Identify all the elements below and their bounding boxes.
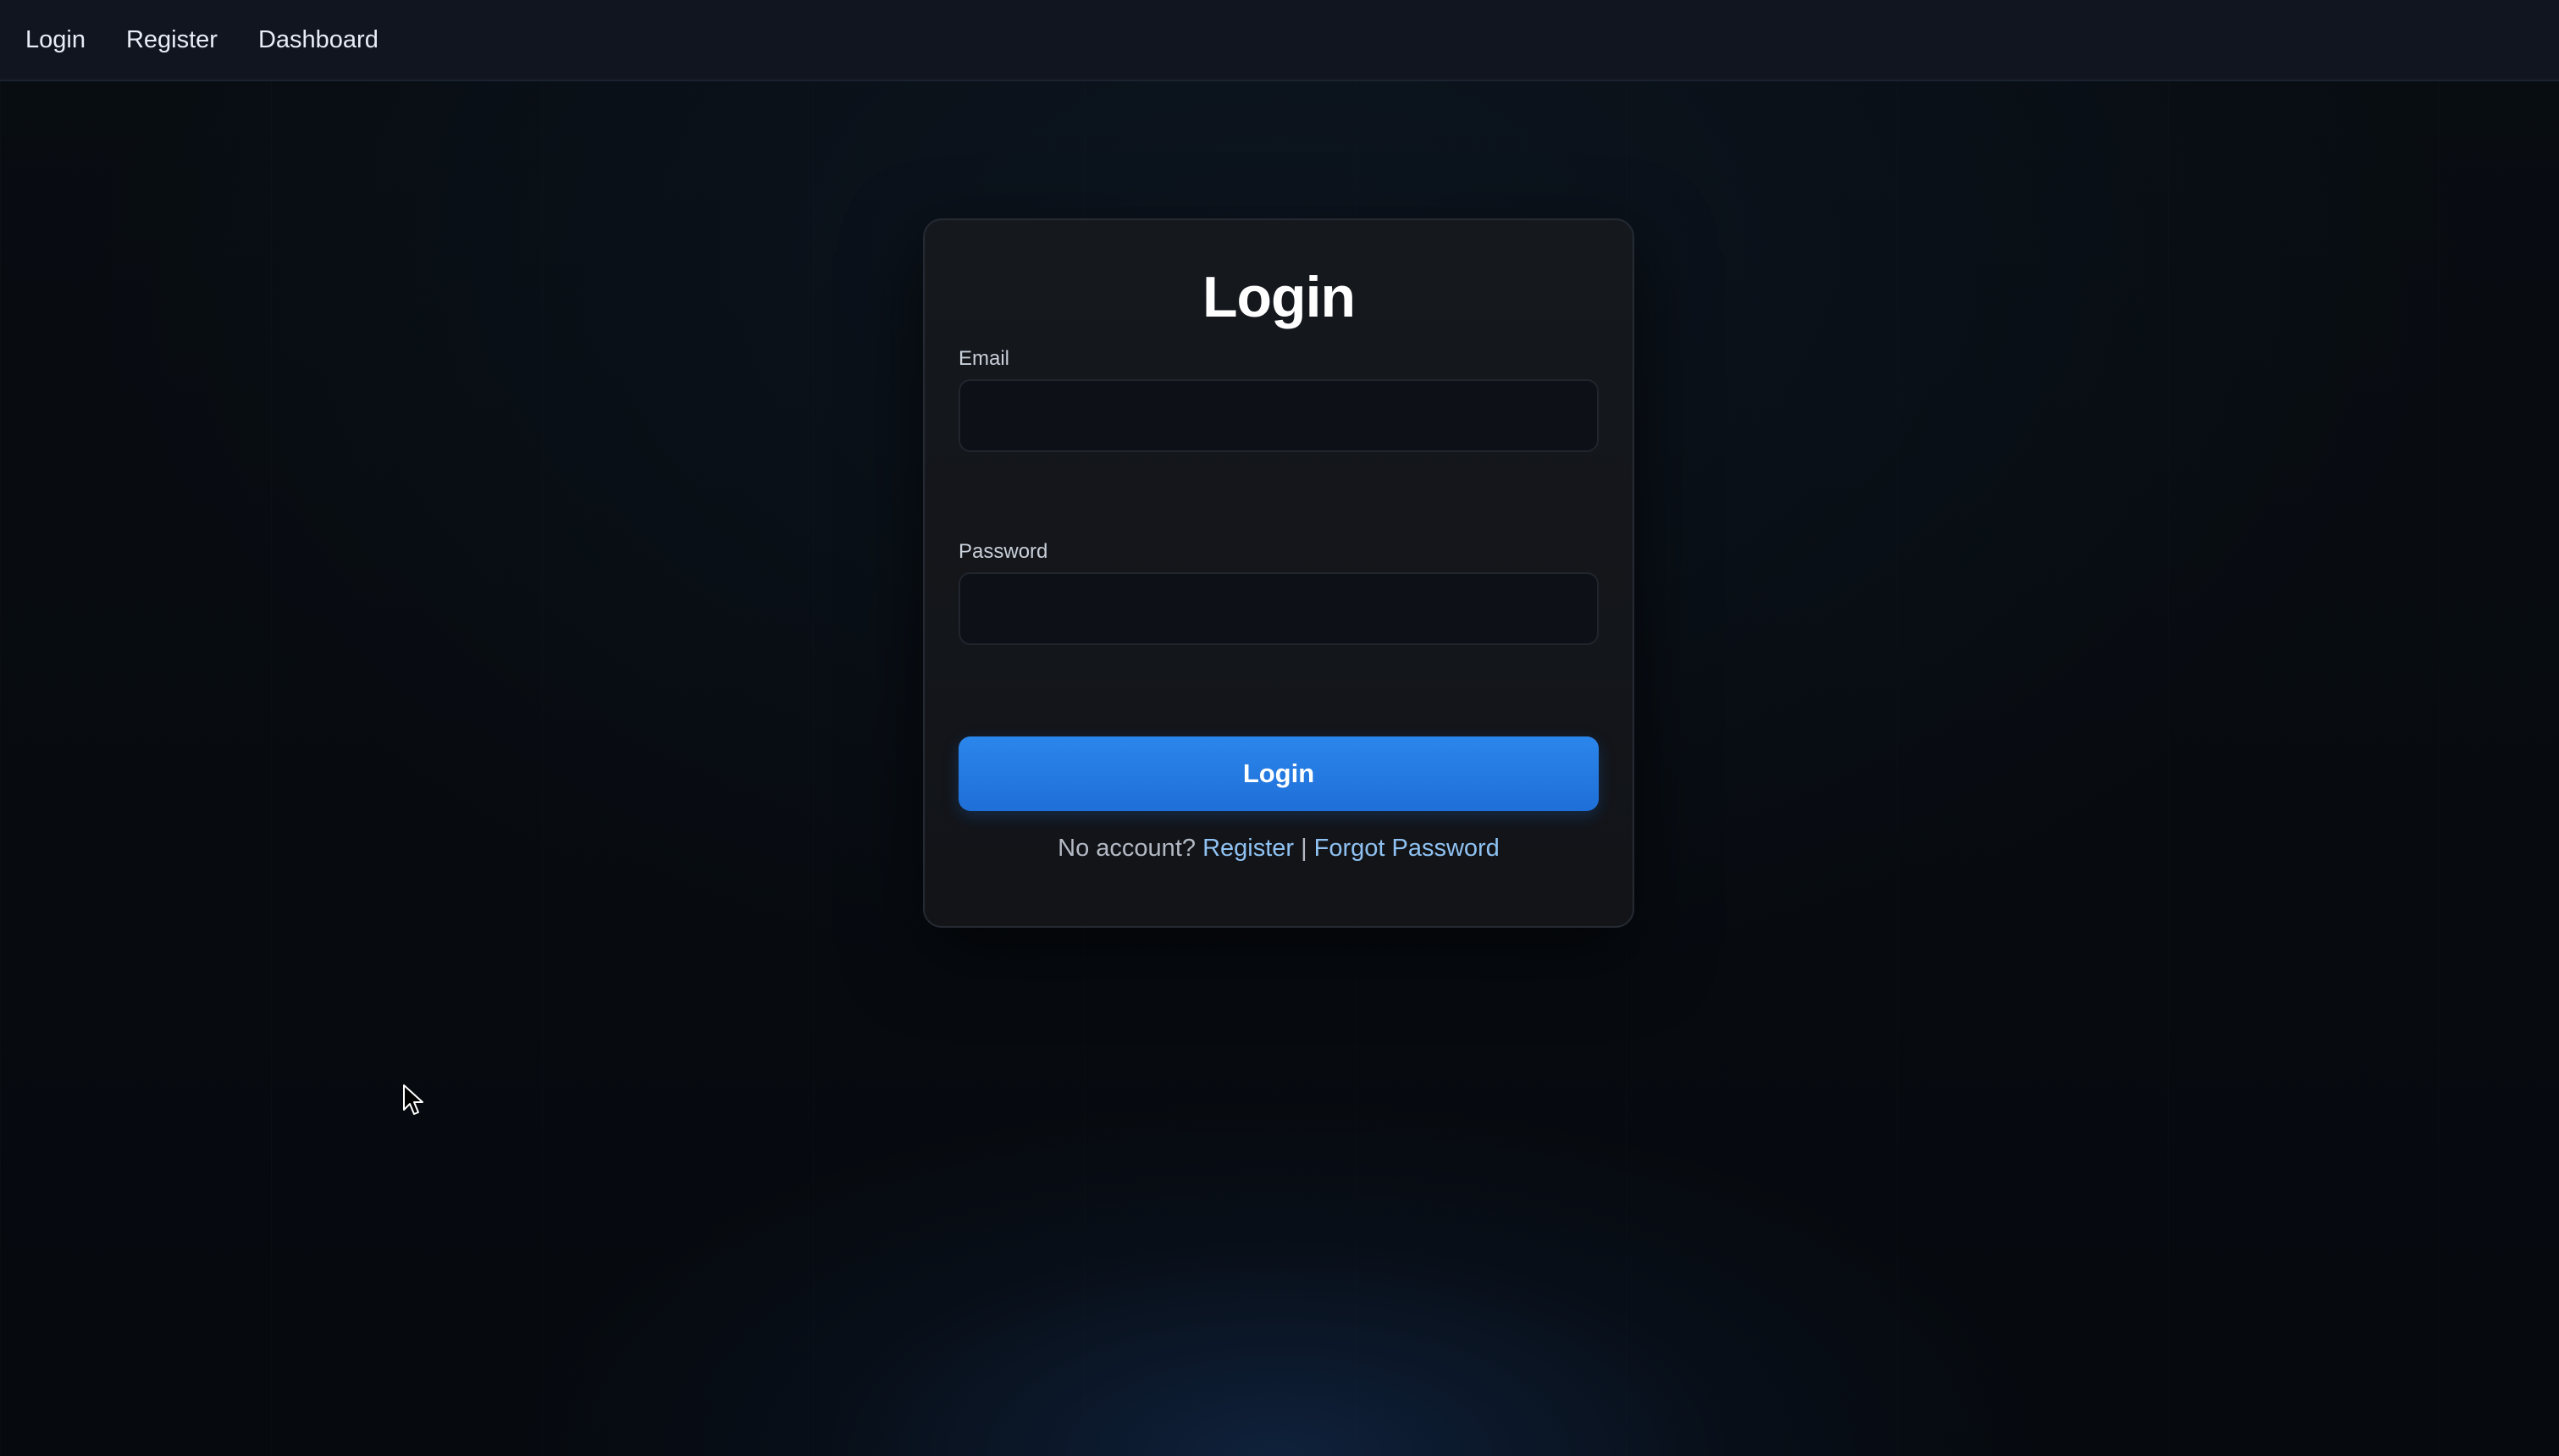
top-navbar: Login Register Dashboard [0, 0, 2559, 81]
nav-link-login[interactable]: Login [25, 26, 86, 54]
register-link[interactable]: Register [1202, 835, 1294, 862]
email-field[interactable] [959, 379, 1599, 452]
password-field[interactable] [959, 572, 1599, 645]
email-label: Email [959, 347, 1010, 370]
auth-footer: No account? Register | Forgot Password [925, 835, 1633, 863]
no-account-text: No account? [1058, 835, 1196, 862]
password-label: Password [959, 540, 1048, 563]
page-title: Login [1202, 265, 1356, 329]
footer-separator: | [1301, 835, 1307, 862]
nav-link-register[interactable]: Register [126, 26, 218, 54]
login-card: Login Email Password Login No account? R… [923, 218, 1634, 928]
login-button[interactable]: Login [959, 736, 1599, 811]
mouse-pointer-icon [403, 1084, 423, 1115]
nav-link-dashboard[interactable]: Dashboard [258, 26, 379, 54]
forgot-password-link[interactable]: Forgot Password [1314, 835, 1500, 862]
